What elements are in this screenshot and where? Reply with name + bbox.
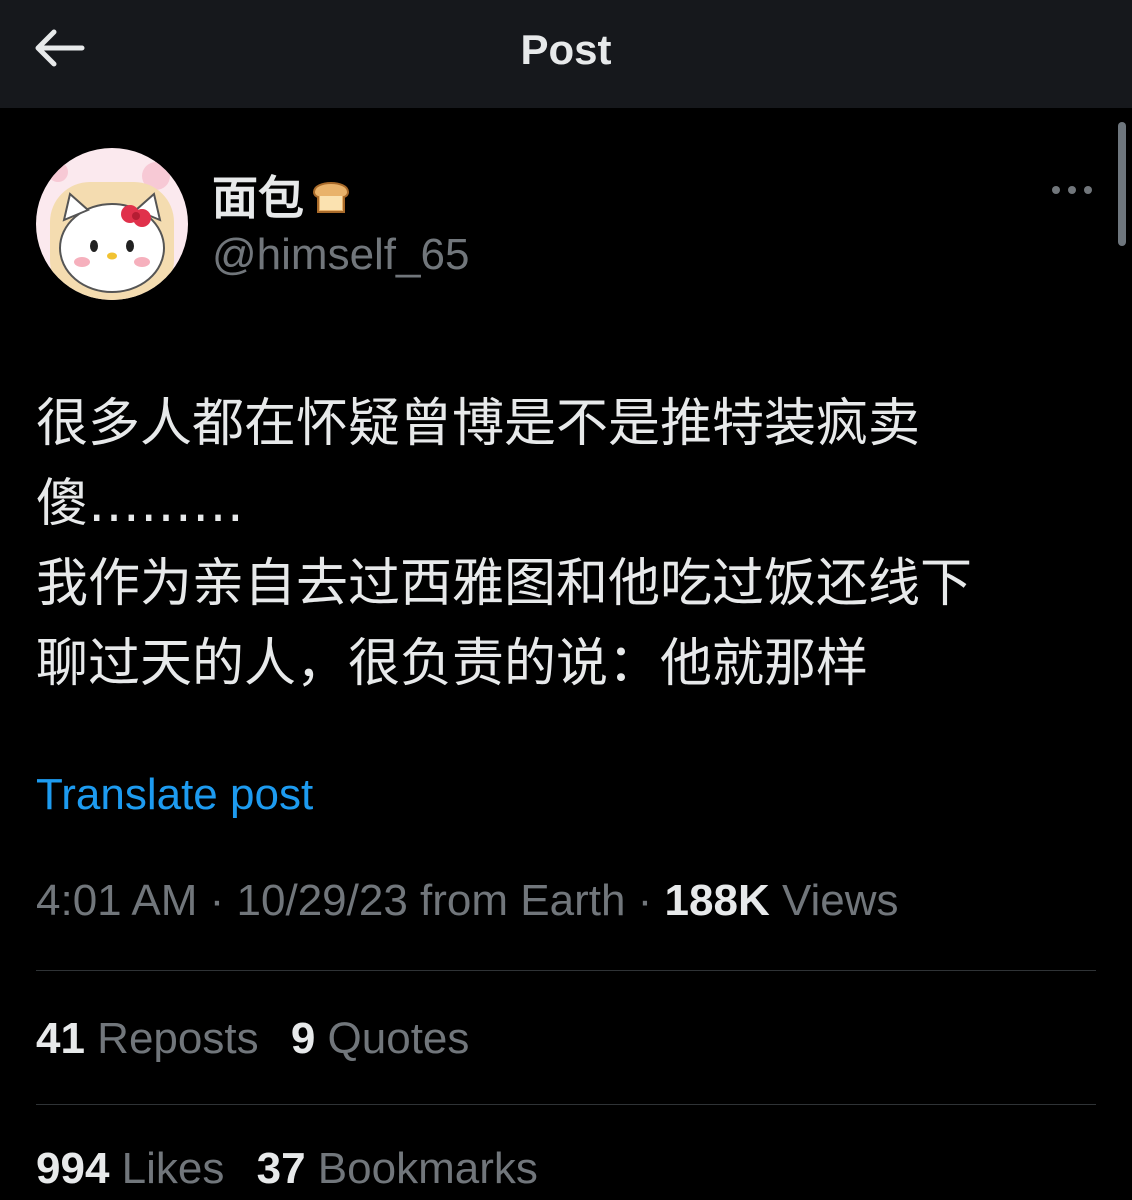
post-date-location[interactable]: 10/29/23 from Earth [237,876,626,925]
post-line: 很多人都在怀疑曾博是不是推特装疯卖 [36,394,921,454]
bookmarks-stat[interactable]: 37 Bookmarks [257,1144,538,1193]
post-line: 我作为亲自去过西雅图和他吃过饭还线下 [36,554,973,614]
post-line: 傻……… [36,474,245,534]
more-horizontal-icon [1052,186,1092,194]
engagement-row-2: 994 Likes 37 Bookmarks [36,1144,558,1194]
reposts-count: 41 [36,1014,85,1063]
quotes-count: 9 [290,1014,316,1063]
bookmarks-count: 37 [256,1144,306,1193]
quotes-stat[interactable]: 9 Quotes [291,1014,470,1063]
page-title: Post [520,26,612,73]
user-handle[interactable]: @himself_65 [212,230,469,280]
avatar[interactable] [36,148,188,300]
views-count: 188K [664,876,770,925]
bread-icon [312,182,350,213]
display-name[interactable]: 面包 [212,162,354,228]
likes-label: Likes [109,1144,225,1193]
post-meta: 4:01 AM · 10/29/23 from Earth · 188K Vie… [36,876,899,926]
views-label: Views [769,876,899,925]
more-button[interactable] [1046,172,1098,208]
reposts-stat[interactable]: 41 Reposts [36,1014,259,1063]
engagement-row-1: 41 Reposts 9 Quotes [36,1014,489,1064]
divider [36,1104,1096,1105]
divider [36,970,1096,971]
display-name-text: 面包 [212,172,304,224]
translate-post-link[interactable]: Translate post [36,770,313,820]
bookmarks-label: Bookmarks [305,1144,538,1193]
likes-count: 994 [36,1144,110,1193]
meta-separator: · [625,876,665,925]
post-line: 聊过天的人，很负责的说：他就那样 [36,634,869,694]
top-bar: Post [0,0,1132,108]
quotes-label: Quotes [315,1014,470,1063]
reposts-label: Reposts [84,1014,259,1063]
hello-kitty-avatar-icon [36,148,188,300]
post-time[interactable]: 4:01 AM [36,876,197,925]
scrollbar[interactable] [1118,122,1126,246]
post-text: 很多人都在怀疑曾博是不是推特装疯卖 傻……… 我作为亲自去过西雅图和他吃过饭还线… [36,384,1096,704]
meta-separator: · [197,876,237,925]
likes-stat[interactable]: 994 Likes [36,1144,224,1193]
